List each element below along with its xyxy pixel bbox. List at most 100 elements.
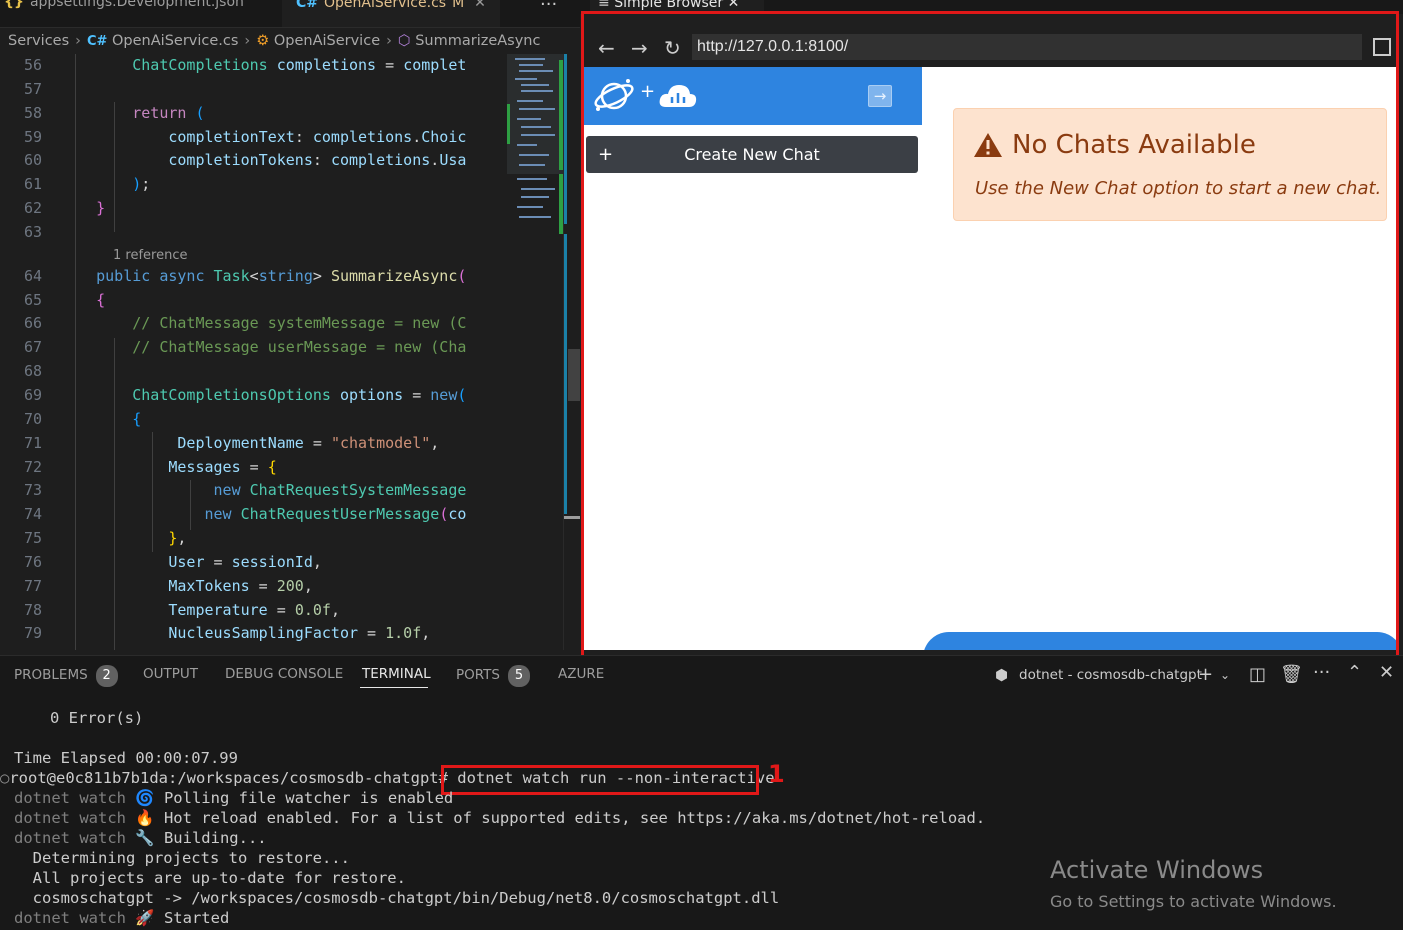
code-line: NucleusSamplingFactor = 1.0f,	[168, 624, 431, 643]
line-number: 63	[23, 222, 42, 241]
class-icon: ⚙	[256, 33, 270, 49]
breadcrumb-folder[interactable]: Services	[8, 33, 69, 49]
maximize-panel-icon[interactable]: ⌃	[1347, 662, 1362, 683]
line-number: 71	[23, 433, 42, 452]
code-line: Temperature = 0.0f,	[168, 600, 340, 619]
tab-label: PROBLEMS	[14, 667, 88, 683]
line-number: 60	[23, 151, 42, 170]
code-editor[interactable]: ChatCompletions completions = complet re…	[60, 54, 507, 650]
tab-ports[interactable]: PORTS 5	[456, 665, 530, 687]
breadcrumb-method[interactable]: SummarizeAsync	[415, 33, 540, 49]
code-line: completionTokens: completions.Usa	[168, 151, 467, 170]
line-number: 72	[23, 457, 42, 476]
line-number: 57	[23, 79, 42, 98]
line-number: 59	[23, 127, 42, 146]
code-line: },	[168, 529, 187, 548]
terminal-line: cosmoschatgpt -> /workspaces/cosmosdb-ch…	[14, 889, 780, 907]
code-line: new ChatRequestUserMessage(co	[204, 505, 467, 524]
annotation-number: 1	[768, 760, 785, 788]
close-icon[interactable]: ✕	[728, 0, 740, 11]
code-line: );	[132, 175, 151, 194]
line-number-gutter: 56 57 58 59 60 61 62 63 64 65 66 67 68 6…	[0, 54, 60, 646]
line-number: 74	[23, 505, 42, 524]
codelens-references[interactable]: 1 reference	[60, 245, 507, 265]
terminal-line: dotnet watch 🌀 Polling file watcher is e…	[14, 789, 453, 807]
tab-label: appsettings.Development.json	[29, 0, 244, 10]
line-number: 67	[23, 338, 42, 357]
code-line: ChatCompletions completions = complet	[132, 56, 467, 74]
terminal-instance-name[interactable]: dotnet - cosmosdb-chatgpt	[1019, 667, 1202, 683]
code-line: DeploymentName = "chatmodel",	[177, 433, 440, 452]
line-number: 61	[23, 175, 42, 194]
watch-prefix: dotnet watch	[14, 809, 126, 827]
code-line: MaxTokens = 200,	[168, 576, 313, 595]
line-number: 68	[23, 362, 42, 381]
ports-count-badge: 5	[507, 665, 530, 687]
annotation-highlight-browser	[581, 11, 1399, 658]
line-number: 79	[23, 624, 42, 643]
tab-label: OpenAiService.cs	[324, 0, 447, 11]
activate-windows-watermark: Activate Windows Go to Settings to activ…	[1050, 856, 1337, 911]
tab-terminal[interactable]: TERMINAL	[362, 666, 431, 682]
line-number: 62	[23, 199, 42, 218]
close-icon[interactable]: ✕	[474, 0, 486, 11]
close-panel-icon[interactable]: ✕	[1379, 662, 1394, 683]
terminal-text: 🔧 Building...	[135, 829, 267, 847]
chevron-right-icon: ›	[75, 33, 81, 49]
editor-scrollbar[interactable]	[563, 54, 581, 650]
browser-tab-icon: ≡	[598, 0, 615, 11]
chevron-right-icon: ›	[244, 33, 251, 49]
active-tab-indicator	[360, 687, 428, 688]
line-number: 66	[23, 314, 42, 333]
line-number: 73	[23, 481, 42, 500]
line-number: 76	[23, 552, 42, 571]
tab-label: Simple Browser	[614, 0, 724, 11]
method-icon: ⬡	[397, 33, 411, 49]
new-terminal-plus-icon[interactable]: +	[1198, 664, 1213, 685]
code-line: public async Task<string> SummarizeAsync…	[96, 266, 467, 285]
code-line: User = sessionId,	[168, 552, 322, 571]
terminal-prompt: root@e0c811b7b1da:/workspaces/cosmosdb-c…	[9, 769, 448, 787]
tab-debug-console[interactable]: DEBUG CONSOLE	[225, 666, 343, 682]
tab-azure[interactable]: AZURE	[558, 666, 604, 682]
more-actions-icon[interactable]: ···	[540, 0, 557, 15]
csharp-file-icon: C#	[296, 0, 319, 11]
code-line: {	[132, 409, 142, 428]
chevron-down-icon[interactable]: ⌄	[1220, 668, 1230, 682]
csharp-file-icon: C#	[86, 34, 108, 49]
tab-appsettings[interactable]: {} appsettings.Development.json	[4, 0, 244, 23]
terminal-text: 🔥 Hot reload enabled. For a list of supp…	[135, 809, 986, 827]
breadcrumb-class[interactable]: OpenAiService	[274, 33, 380, 49]
scrollbar-markers	[564, 54, 581, 519]
breadcrumb-file[interactable]: OpenAiService.cs	[112, 33, 238, 49]
code-line: }	[96, 199, 106, 218]
trash-icon[interactable]: 🗑	[1280, 664, 1303, 685]
json-file-icon: {}	[4, 0, 24, 10]
tab-label: PORTS	[456, 667, 500, 683]
split-terminal-icon[interactable]: ◫	[1249, 664, 1266, 685]
line-number: 77	[23, 576, 42, 595]
terminal-line: dotnet watch 🚀 Started	[14, 909, 229, 927]
code-line: {	[96, 290, 106, 309]
terminal-line: 0 Error(s)	[50, 709, 144, 727]
tab-output[interactable]: OUTPUT	[143, 666, 198, 682]
line-number: 64	[23, 266, 42, 285]
tab-problems[interactable]: PROBLEMS 2	[14, 665, 118, 687]
more-actions-icon[interactable]: ···	[1313, 662, 1330, 683]
watermark-subtitle: Go to Settings to activate Windows.	[1050, 892, 1337, 911]
line-number: 65	[23, 290, 42, 309]
terminal-line: Time Elapsed 00:00:07.99	[14, 749, 238, 767]
breadcrumb: Services › C# OpenAiService.cs › ⚙ OpenAiSer…	[0, 30, 560, 52]
minimap[interactable]	[507, 54, 563, 650]
problems-count-badge: 2	[95, 665, 118, 687]
line-number: 78	[23, 600, 42, 619]
terminal-line: dotnet watch 🔧 Building...	[14, 829, 267, 847]
watch-prefix: dotnet watch	[14, 909, 126, 927]
watermark-title: Activate Windows	[1050, 856, 1264, 884]
code-line: ChatCompletionsOptions options = new(	[132, 385, 467, 404]
tab-openaiservice[interactable]: C# OpenAiService.cs M ✕	[282, 0, 500, 27]
terminal-text: 🚀 Started	[135, 909, 230, 927]
modified-indicator: M	[452, 0, 465, 11]
